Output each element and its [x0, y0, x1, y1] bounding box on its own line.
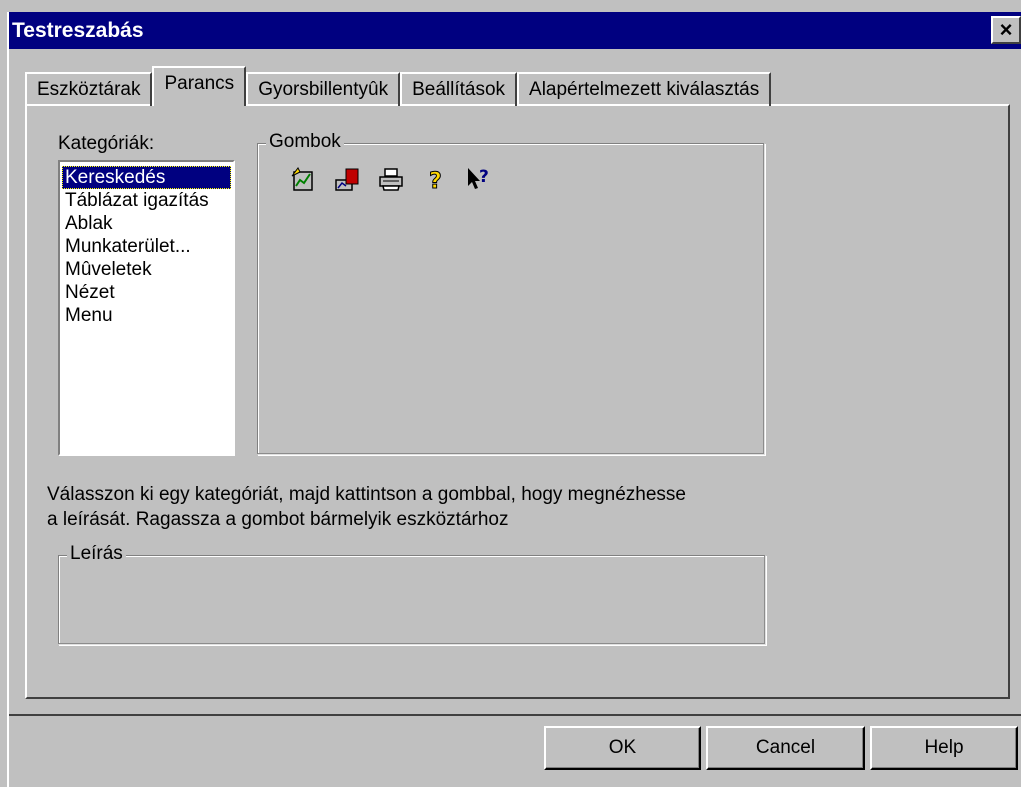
chart-export-icon[interactable] — [332, 164, 362, 194]
instruction-line: Válasszon ki egy kategóriát, majd kattin… — [47, 484, 686, 505]
tab-eszkoztarak[interactable]: Eszköztárak — [25, 72, 153, 106]
svg-text:?: ? — [479, 167, 489, 187]
tab-strip: Eszköztárak Parancs Gyorsbillentyûk Beál… — [25, 66, 772, 106]
buttons-group-title: Gombok — [266, 131, 344, 153]
list-item[interactable]: Menu — [62, 304, 231, 327]
help-icon[interactable]: ? — [420, 164, 450, 195]
list-item[interactable]: Nézet — [62, 281, 231, 304]
categories-listbox[interactable]: Kereskedés Táblázat igazítás Ablak Munka… — [58, 160, 235, 456]
instruction-text: Válasszon ki egy kategóriát, majd kattin… — [47, 482, 686, 532]
tab-label: Gyorsbillentyûk — [258, 79, 389, 100]
list-item[interactable]: Mûveletek — [62, 258, 231, 281]
separator — [9, 714, 1021, 716]
tab-parancs[interactable]: Parancs — [152, 66, 247, 106]
description-group-title: Leírás — [67, 543, 126, 565]
title-bar[interactable]: Testreszabás × — [9, 12, 1021, 49]
command-buttons: ? ? — [288, 164, 494, 194]
list-item[interactable]: Ablak — [62, 212, 231, 235]
instruction-line: a leírását. Ragassza a gombot bármelyik … — [47, 509, 509, 530]
list-item[interactable]: Munkaterület... — [62, 235, 231, 258]
window-title: Testreszabás — [12, 18, 144, 42]
tab-label: Beállítások — [412, 79, 506, 100]
list-item[interactable]: Táblázat igazítás — [62, 189, 231, 212]
categories-label: Kategóriák: — [58, 133, 155, 154]
tab-gyorsbillentyuk[interactable]: Gyorsbillentyûk — [246, 72, 401, 106]
help-button[interactable]: Help — [870, 726, 1018, 770]
svg-text:?: ? — [429, 169, 442, 194]
close-button[interactable]: × — [991, 16, 1021, 44]
close-icon: × — [999, 17, 1013, 42]
window-border — [7, 12, 9, 787]
tab-beallitasok[interactable]: Beállítások — [400, 72, 518, 106]
context-help-icon[interactable]: ? — [464, 164, 494, 194]
tab-label: Parancs — [164, 73, 235, 94]
tab-alapertelmezett[interactable]: Alapértelmezett kiválasztás — [517, 72, 772, 106]
list-item[interactable]: Kereskedés — [62, 166, 231, 189]
ok-button[interactable]: OK — [544, 726, 701, 770]
cancel-button[interactable]: Cancel — [706, 726, 865, 770]
print-icon[interactable] — [376, 164, 406, 194]
tab-label: Eszköztárak — [37, 79, 141, 100]
tab-label: Alapértelmezett kiválasztás — [529, 79, 760, 100]
description-group: Leírás — [58, 543, 766, 645]
trade-chart-icon[interactable] — [288, 164, 318, 194]
